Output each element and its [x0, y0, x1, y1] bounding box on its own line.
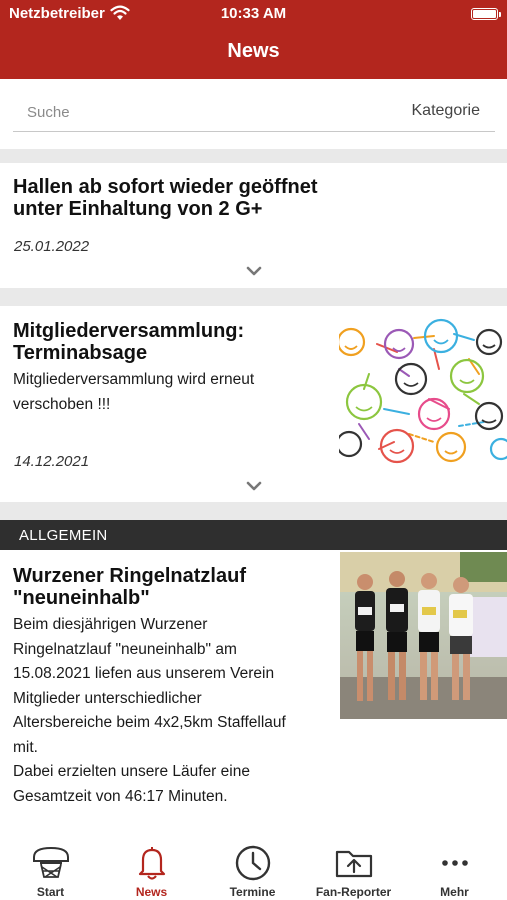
- separator: [0, 149, 507, 163]
- tab-label: Mehr: [440, 885, 469, 899]
- tab-news[interactable]: News: [101, 835, 202, 900]
- folder-upload-icon: [335, 850, 373, 878]
- separator: [0, 288, 507, 306]
- status-time: 10:33 AM: [220, 5, 287, 22]
- more-dots-icon: [442, 860, 468, 866]
- search-bar: Kategorie: [13, 95, 495, 132]
- chevron-down-icon[interactable]: [245, 265, 263, 277]
- article-title: Hallen ab sofort wieder geöffnet unter E…: [13, 176, 318, 220]
- smiley-network-image: [339, 314, 507, 464]
- article-teaser: Mitgliederversammlung wird erneut versch…: [13, 371, 255, 413]
- article-title: Wurzener Ringelnatzlauf "neuneinhalb": [13, 565, 246, 609]
- category-header: ALLGEMEIN: [0, 520, 507, 550]
- status-bar: Netzbetreiber 10:33 AM: [0, 0, 507, 28]
- chevron-down-icon[interactable]: [245, 480, 263, 492]
- article-title: Mitgliederversammlung: Terminabsage: [13, 320, 245, 364]
- clock-icon: [235, 845, 271, 881]
- news-card[interactable]: Mitgliederversammlung: Terminabsage Mitg…: [0, 306, 507, 502]
- top-bar: Netzbetreiber 10:33 AM News: [0, 0, 507, 79]
- article-teaser: Beim diesjährigen Wurzener Ringelnatzlau…: [13, 616, 286, 805]
- tab-fan-reporter[interactable]: Fan-Reporter: [303, 835, 404, 900]
- category-selector[interactable]: Kategorie: [412, 102, 481, 120]
- tab-label: Termine: [229, 885, 276, 899]
- page-title: News: [227, 40, 280, 62]
- tab-mehr[interactable]: Mehr: [404, 835, 505, 900]
- basketball-hoop-icon: [33, 846, 69, 878]
- search-input[interactable]: [13, 95, 343, 129]
- tab-label: Start: [36, 885, 65, 899]
- battery-icon: [471, 8, 501, 20]
- separator: [0, 502, 507, 520]
- tab-label: News: [135, 885, 168, 899]
- tab-termine[interactable]: Termine: [202, 835, 303, 900]
- tab-label: Fan-Reporter: [315, 885, 392, 899]
- article-date: 25.01.2022: [14, 238, 90, 255]
- bell-icon: [138, 846, 166, 880]
- category-label: ALLGEMEIN: [19, 527, 108, 544]
- news-card[interactable]: Hallen ab sofort wieder geöffnet unter E…: [0, 163, 507, 288]
- news-card[interactable]: Wurzener Ringelnatzlauf "neuneinhalb" Be…: [0, 550, 507, 835]
- tab-bar: Start News Termine Fan-Reporter Mehr: [0, 835, 507, 900]
- tab-start[interactable]: Start: [0, 835, 101, 900]
- runners-photo: [340, 552, 507, 719]
- article-date: 14.12.2021: [14, 453, 90, 470]
